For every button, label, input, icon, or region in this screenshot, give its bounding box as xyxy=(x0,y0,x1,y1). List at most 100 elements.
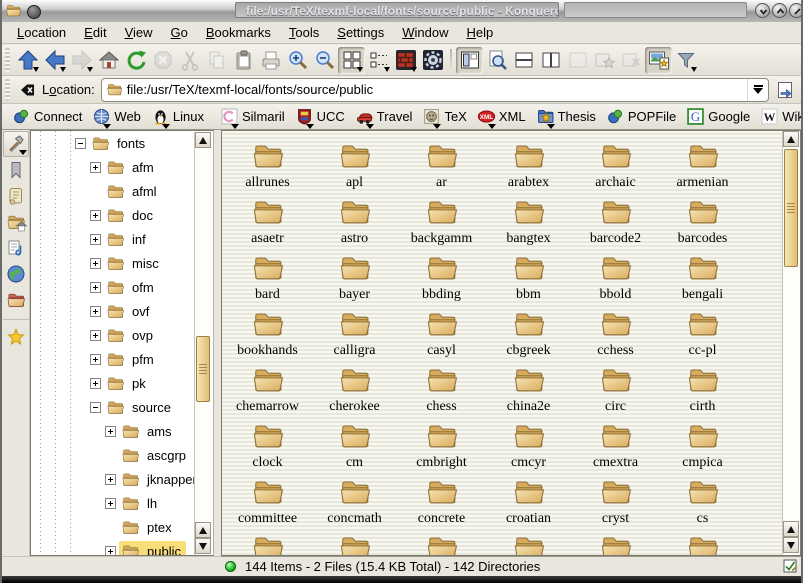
tree-expander-plus-icon[interactable] xyxy=(90,162,101,173)
sidebar-tab-star[interactable] xyxy=(3,319,29,350)
up-button[interactable] xyxy=(14,47,41,74)
folder-item-partial[interactable] xyxy=(224,531,311,556)
folder-item-cirth[interactable]: cirth xyxy=(659,363,746,419)
folder-item-partial[interactable] xyxy=(659,531,746,556)
sidebar-tab-services[interactable] xyxy=(3,235,29,261)
folder-item-cchess[interactable]: cchess xyxy=(572,307,659,363)
close-button[interactable] xyxy=(789,3,803,18)
scroll-up-button[interactable] xyxy=(195,132,211,148)
location-input[interactable] xyxy=(123,81,747,98)
folder-item-ar[interactable]: ar xyxy=(398,139,485,195)
folder-item-cm[interactable]: cm xyxy=(311,419,398,475)
folder-item-cherokee[interactable]: cherokee xyxy=(311,363,398,419)
paste-button[interactable] xyxy=(230,47,257,74)
scroll-down-button[interactable] xyxy=(195,538,211,554)
maximize-button[interactable] xyxy=(772,3,787,18)
tree-expander-plus-icon[interactable] xyxy=(90,234,101,245)
folder-item-archaic[interactable]: archaic xyxy=(572,139,659,195)
folder-item-partial[interactable] xyxy=(311,531,398,556)
filter-button[interactable] xyxy=(672,47,699,74)
tree-expander-plus-icon[interactable] xyxy=(90,378,101,389)
folder-item-casyl[interactable]: casyl xyxy=(398,307,485,363)
folder-item-allrunes[interactable]: allrunes xyxy=(224,139,311,195)
folder-item-calligra[interactable]: calligra xyxy=(311,307,398,363)
toolbar-grippy[interactable] xyxy=(5,79,10,101)
bookmark-connect[interactable]: Connect xyxy=(9,106,89,127)
bookmark-google[interactable]: GGoogle xyxy=(683,106,757,127)
tree-item-pfm[interactable]: pfm xyxy=(31,347,213,371)
bookmark-linux[interactable]: Linux xyxy=(148,106,211,127)
bookmark-silmaril[interactable]: Silmaril xyxy=(217,106,292,127)
new-tab-button[interactable] xyxy=(591,47,618,74)
menu-help[interactable]: Help xyxy=(458,23,503,42)
folder-item-cmpica[interactable]: cmpica xyxy=(659,419,746,475)
tree-item-lh[interactable]: lh xyxy=(31,491,213,515)
gear-button[interactable] xyxy=(419,47,446,74)
tree-expander-plus-icon[interactable] xyxy=(90,282,101,293)
tree-expander-plus-icon[interactable] xyxy=(90,258,101,269)
folder-item-croatian[interactable]: croatian xyxy=(485,475,572,531)
bookmark-popfile[interactable]: POPFile xyxy=(603,106,683,127)
scroll-up-button[interactable] xyxy=(783,521,799,537)
tree-item-source[interactable]: source xyxy=(31,395,213,419)
bookmark-thesis[interactable]: Thesis xyxy=(533,106,603,127)
sidebar-tab-bookmark[interactable] xyxy=(3,157,29,183)
folder-item-astro[interactable]: astro xyxy=(311,195,398,251)
tree-expander-plus-icon[interactable] xyxy=(90,210,101,221)
folder-item-barcode2[interactable]: barcode2 xyxy=(572,195,659,251)
bookmark-wikipedia[interactable]: WWikipedia xyxy=(757,106,803,127)
sidebar-tab-tools[interactable] xyxy=(3,131,29,157)
tree-item-ptex[interactable]: ptex xyxy=(31,515,213,539)
title-bar[interactable]: file:/usr/TeX/texmf-local/fonts/source/p… xyxy=(2,0,801,22)
bookmark-web[interactable]: Web xyxy=(89,106,148,127)
tree-expander-plus-icon[interactable] xyxy=(105,474,116,485)
sidebar-tab-root-folder[interactable] xyxy=(3,287,29,313)
menu-location[interactable]: Location xyxy=(8,23,75,42)
menu-view[interactable]: View xyxy=(116,23,162,42)
folder-item-armenian[interactable]: armenian xyxy=(659,139,746,195)
folder-item-cryst[interactable]: cryst xyxy=(572,475,659,531)
folder-item-arabtex[interactable]: arabtex xyxy=(485,139,572,195)
folder-item-bard[interactable]: bard xyxy=(224,251,311,307)
folder-item-cmextra[interactable]: cmextra xyxy=(572,419,659,475)
tree-item-ovf[interactable]: ovf xyxy=(31,299,213,323)
icon-view-button[interactable] xyxy=(338,47,365,74)
bricks-button[interactable] xyxy=(392,47,419,74)
tree-expander-plus-icon[interactable] xyxy=(105,546,116,557)
back-button[interactable] xyxy=(41,47,68,74)
split-vertical-button[interactable] xyxy=(537,47,564,74)
print-button[interactable] xyxy=(257,47,284,74)
folder-item-bbm[interactable]: bbm xyxy=(485,251,572,307)
folder-item-cmcyr[interactable]: cmcyr xyxy=(485,419,572,475)
menu-edit[interactable]: Edit xyxy=(75,23,115,42)
tree-item-inf[interactable]: inf xyxy=(31,227,213,251)
tree-item-afm[interactable]: afm xyxy=(31,155,213,179)
active-view-indicator-icon[interactable] xyxy=(783,559,798,574)
folder-item-partial[interactable] xyxy=(572,531,659,556)
toolbar-grippy[interactable] xyxy=(5,48,10,72)
folder-item-concrete[interactable]: concrete xyxy=(398,475,485,531)
folder-item-committee[interactable]: committee xyxy=(224,475,311,531)
tree-expander-plus-icon[interactable] xyxy=(105,498,116,509)
clear-location-button[interactable] xyxy=(18,81,36,99)
folder-item-cmbright[interactable]: cmbright xyxy=(398,419,485,475)
tree-item-public[interactable]: public xyxy=(31,539,213,556)
thumbnails-button[interactable] xyxy=(645,47,672,74)
tree-item-ovp[interactable]: ovp xyxy=(31,323,213,347)
tree-item-pk[interactable]: pk xyxy=(31,371,213,395)
folder-item-circ[interactable]: circ xyxy=(572,363,659,419)
folder-item-clock[interactable]: clock xyxy=(224,419,311,475)
sidebar-tab-network[interactable] xyxy=(3,261,29,287)
menu-bookmarks[interactable]: Bookmarks xyxy=(197,23,280,42)
show-sidebar-button[interactable] xyxy=(456,47,483,74)
folder-item-cc-pl[interactable]: cc-pl xyxy=(659,307,746,363)
tree-item-fonts[interactable]: fonts xyxy=(31,131,213,155)
location-dropdown-button[interactable] xyxy=(747,79,768,101)
menu-settings[interactable]: Settings xyxy=(328,23,393,42)
tree-item-ascgrp[interactable]: ascgrp xyxy=(31,443,213,467)
tree-item-doc[interactable]: doc xyxy=(31,203,213,227)
main-scrollbar[interactable] xyxy=(782,131,800,555)
go-button[interactable] xyxy=(775,80,795,100)
menu-go[interactable]: Go xyxy=(162,23,197,42)
tree-expander-plus-icon[interactable] xyxy=(90,330,101,341)
